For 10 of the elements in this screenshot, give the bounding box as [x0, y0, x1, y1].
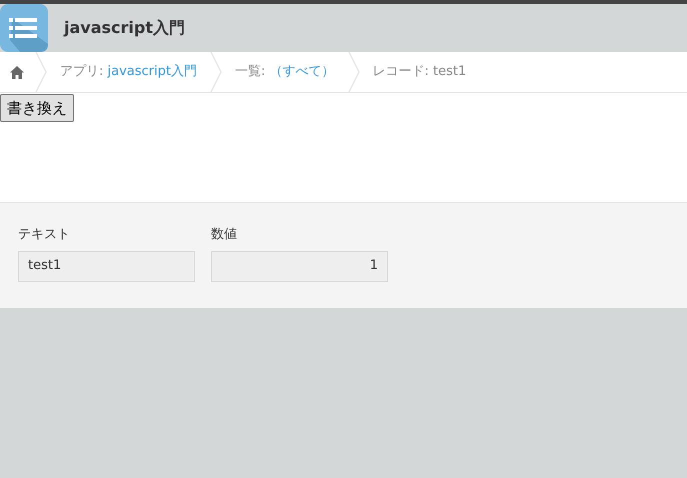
breadcrumb-label: 一覧:: [234, 63, 266, 82]
input-field[interactable]: 1: [211, 250, 388, 282]
home-icon[interactable]: [10, 66, 24, 78]
field-label: 数値: [211, 226, 238, 244]
input-field[interactable]: test1: [18, 250, 195, 282]
app-title: javascript入門: [64, 17, 185, 39]
breadcrumb-label: アプリ:: [60, 63, 104, 82]
rewrite-button[interactable]: 書き換え: [0, 94, 74, 122]
field-label: テキスト: [18, 226, 71, 244]
breadcrumb-label: レコード: test1: [372, 63, 468, 82]
